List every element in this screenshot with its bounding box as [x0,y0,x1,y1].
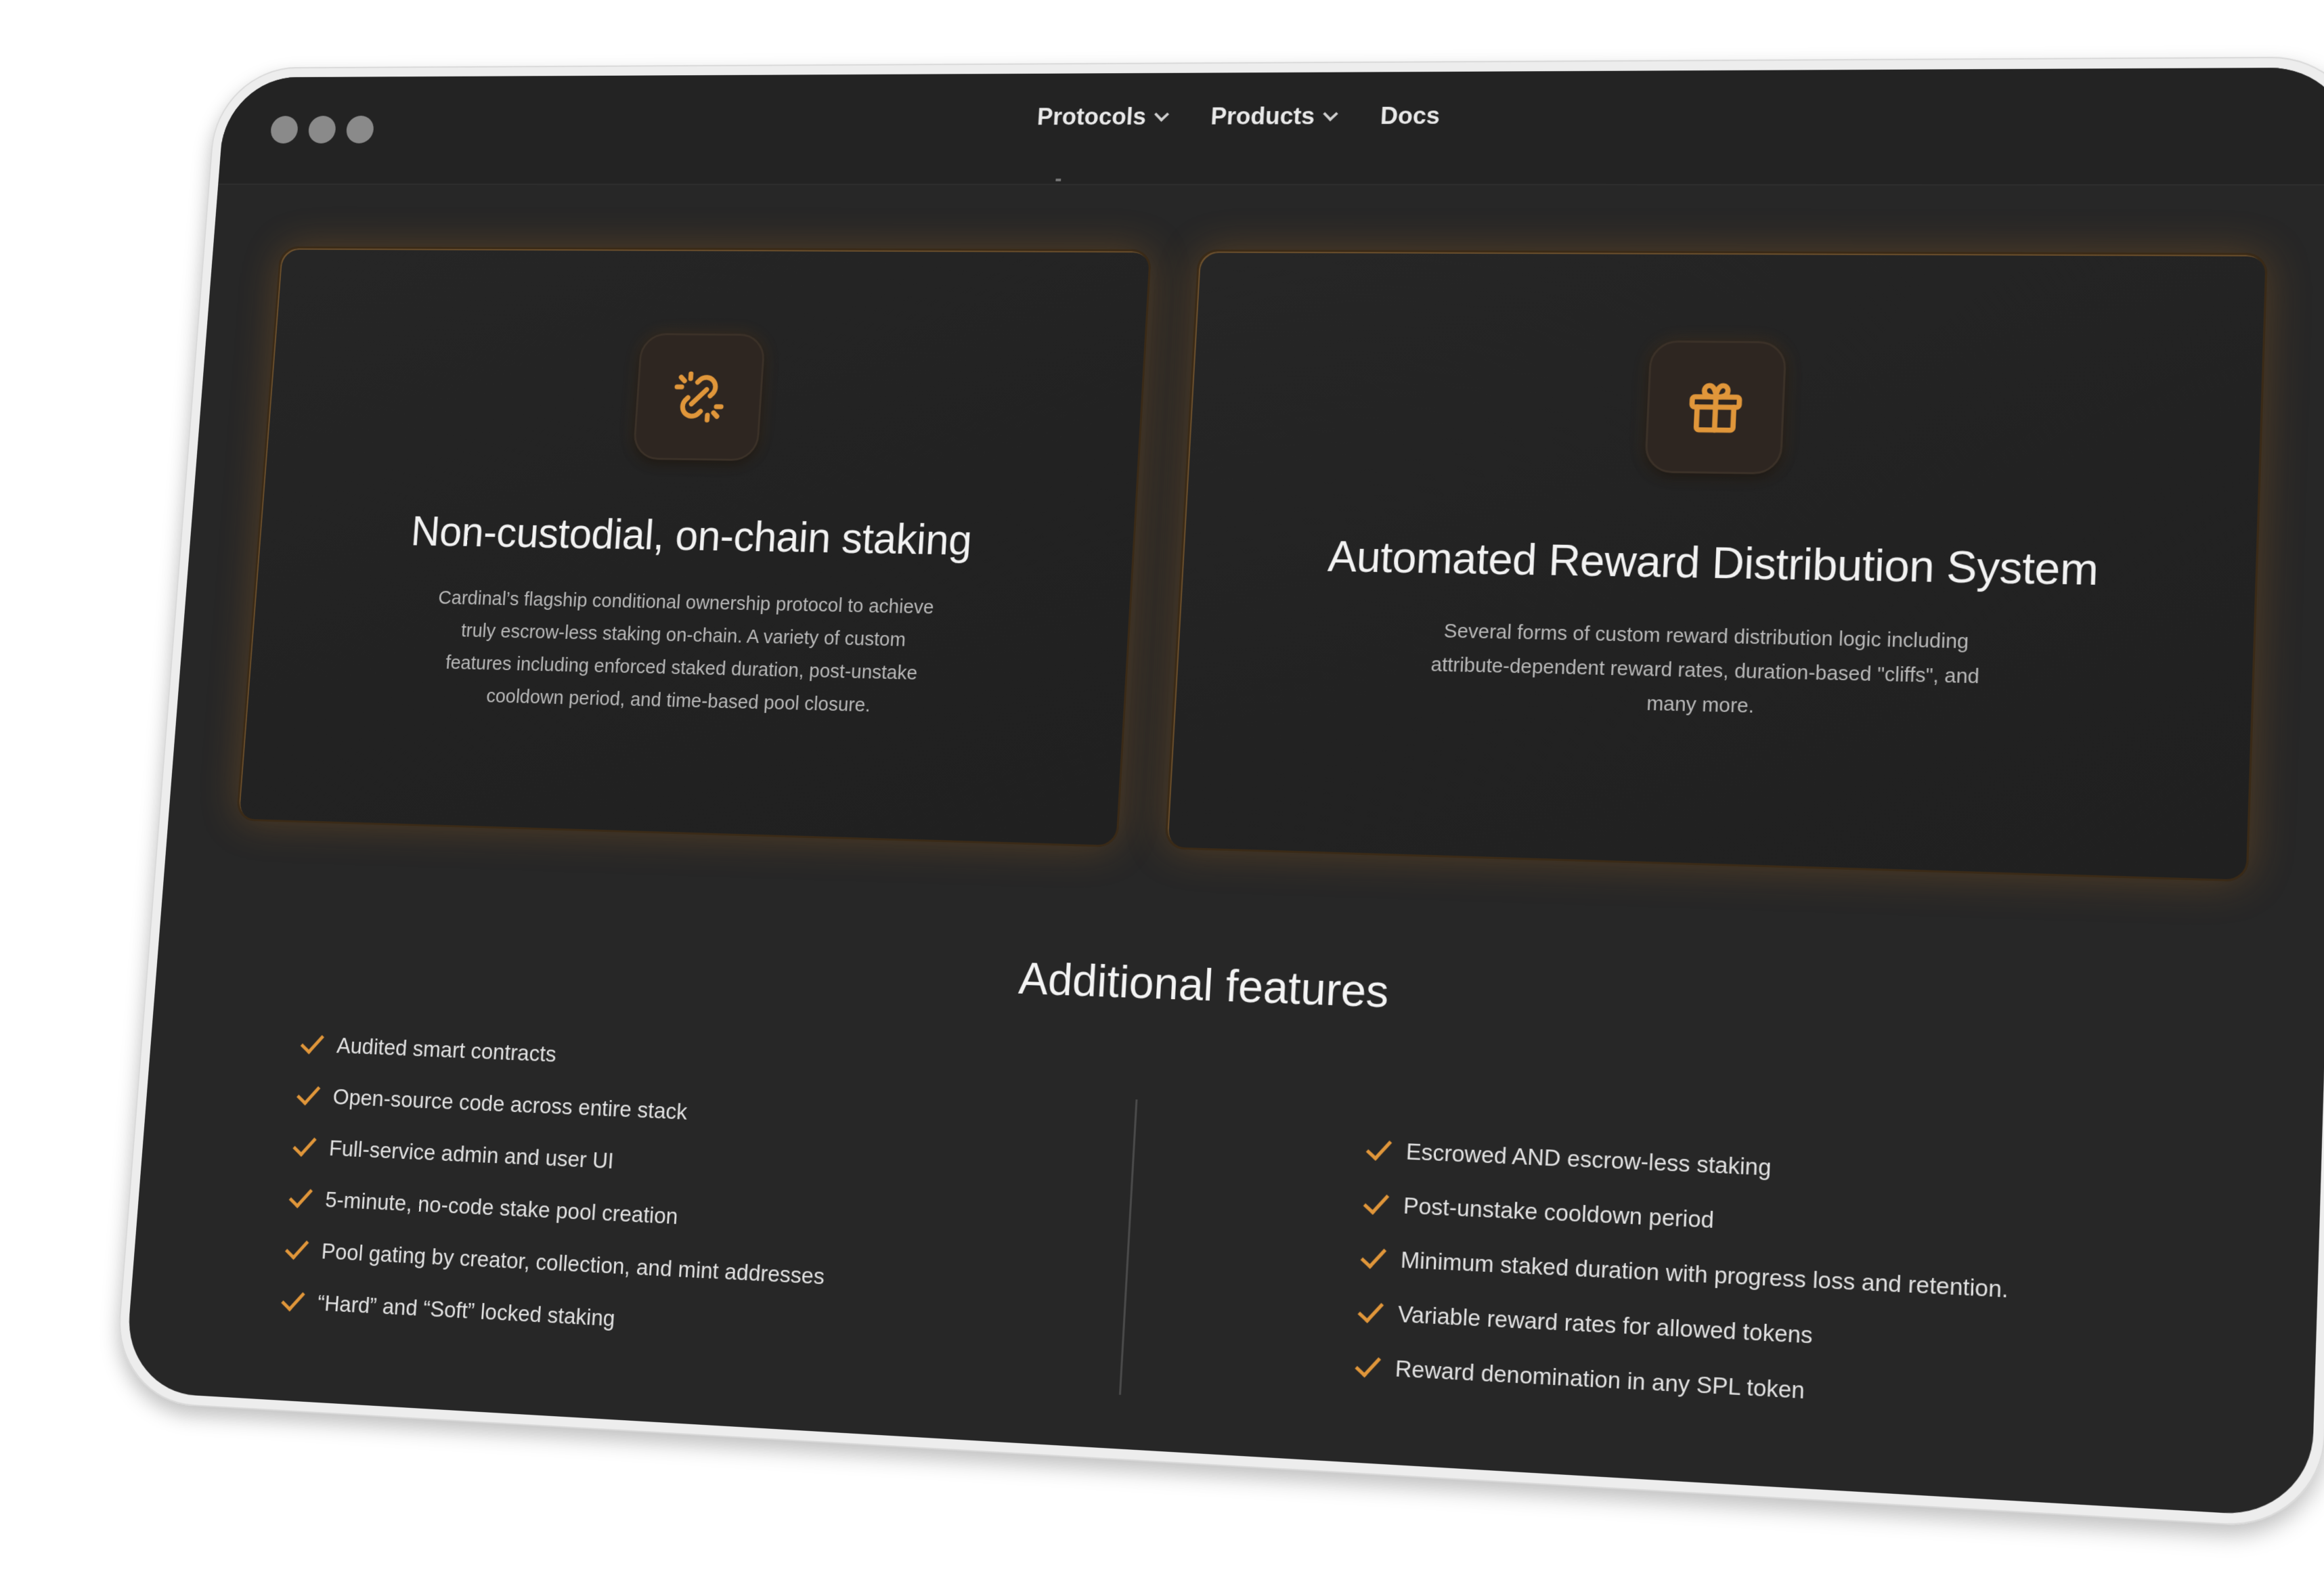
feature-text: 5-minute, no-code stake pool creation [324,1187,679,1229]
nav-indicator [1055,178,1061,181]
chevron-down-icon [1323,106,1338,122]
check-icon [281,1285,305,1311]
feature-card-rewards: Automated Reward Distribution System Sev… [1164,249,2268,882]
feature-text: Escrowed AND escrow-less staking [1405,1139,1772,1181]
nav-docs[interactable]: Docs [1380,102,1441,130]
feature-text: “Hard” and “Soft” locked staking [316,1290,616,1331]
feature-text: Variable reward rates for allowed tokens [1397,1301,1814,1348]
check-icon [297,1080,321,1105]
check-icon [284,1233,309,1260]
feature-icon-box [632,333,766,462]
feature-cards: Non-custodial, on-chain staking Cardinal… [236,246,2268,882]
nav-products[interactable]: Products [1210,102,1338,130]
gift-icon [1683,376,1749,438]
check-icon [1365,1133,1393,1161]
broken-link-icon [668,368,729,426]
feature-list-right: Escrowed AND escrow-less staking Post-un… [1355,1123,2014,1429]
feature-card-description: Cardinal’s flagship conditional ownershi… [437,588,935,717]
check-icon [1355,1350,1382,1377]
feature-card-title: Automated Reward Distribution System [1326,532,2099,595]
feature-card-staking: Non-custodial, on-chain staking Cardinal… [236,246,1152,847]
top-navigation-bar: Protocols Products Docs [218,67,2324,186]
feature-list-left: Audited smart contracts Open-source code… [281,1019,839,1357]
check-icon [300,1028,325,1054]
feature-text: Open-source code across entire stack [332,1084,688,1124]
nav-products-label: Products [1210,102,1316,130]
laptop-frame: Protocols Products Docs Non-custodial, o… [112,56,2324,1530]
feature-card-description: Several forms of custom reward distribut… [1430,620,1980,718]
column-divider [1118,1099,1138,1395]
check-icon [1360,1241,1387,1269]
feature-text: Post-unstake cooldown period [1403,1192,1715,1233]
chevron-down-icon [1154,107,1170,122]
nav-protocols-label: Protocols [1036,103,1147,130]
check-icon [1357,1296,1384,1323]
check-icon [292,1130,317,1157]
stage: Protocols Products Docs Non-custodial, o… [0,0,2324,1588]
check-icon [1363,1187,1390,1215]
nav-docs-label: Docs [1380,102,1441,129]
feature-icon-box [1644,340,1787,475]
feature-card-title: Non-custodial, on-chain staking [410,508,973,565]
check-icon [288,1182,313,1208]
app-window: Protocols Products Docs Non-custodial, o… [123,67,2324,1518]
feature-text: Full-service admin and user UI [328,1135,615,1174]
feature-text: Reward denomination in any SPL token [1395,1355,1805,1404]
feature-text: Audited smart contracts [336,1033,557,1067]
main-nav: Protocols Products Docs [222,99,2324,132]
nav-protocols[interactable]: Protocols [1036,103,1170,131]
